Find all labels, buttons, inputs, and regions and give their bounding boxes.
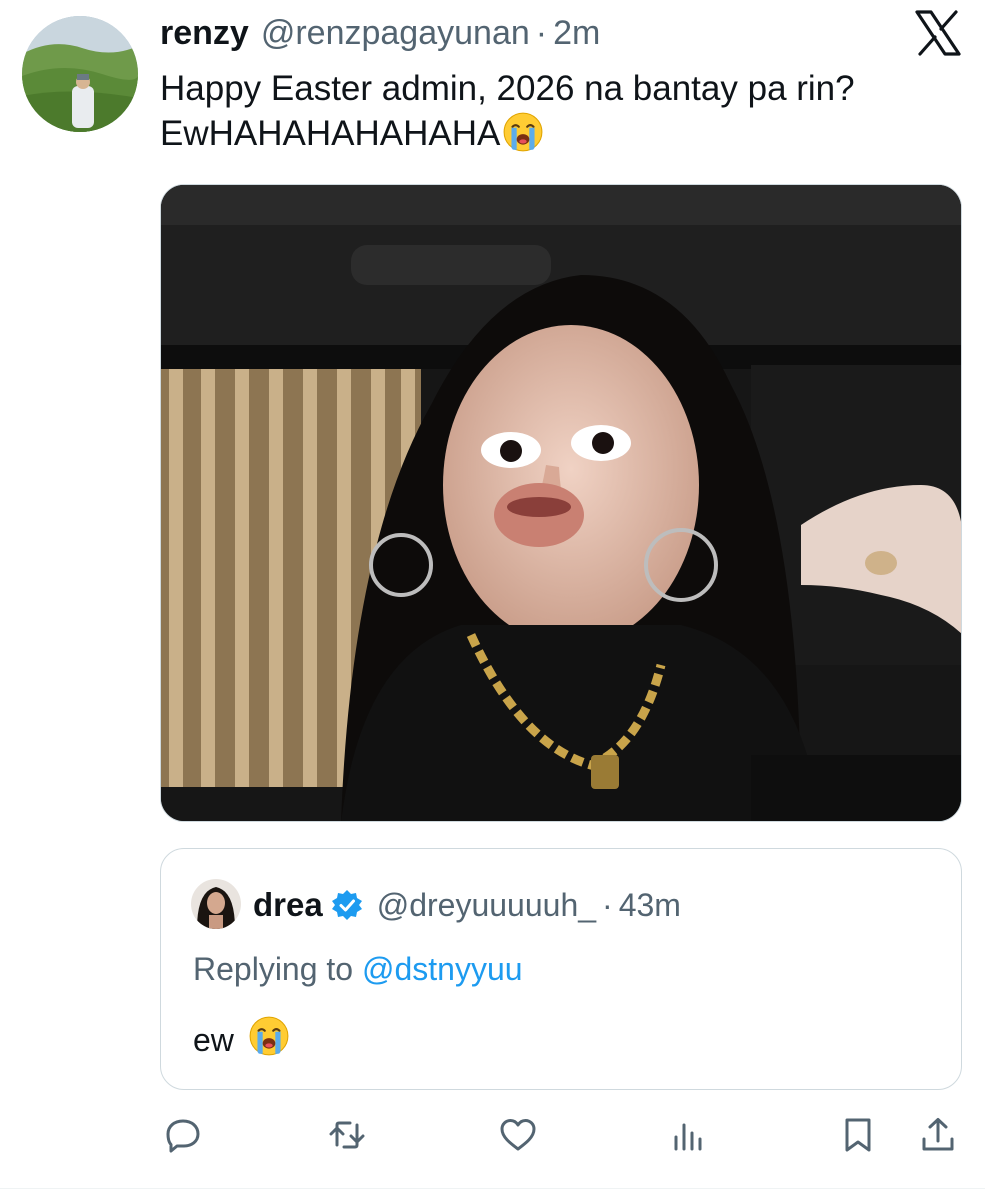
tweet-text-line-1: Happy Easter admin, 2026 na bantay pa ri…: [160, 69, 855, 108]
analytics-icon: [674, 1123, 702, 1151]
bookmark-icon: [845, 1118, 871, 1152]
retweet-icon: [329, 1121, 365, 1149]
retweet-button[interactable]: [322, 1110, 372, 1160]
quoted-author-avatar[interactable]: [191, 879, 241, 929]
loudly-crying-face-icon: [248, 1015, 290, 1065]
replying-to-line: Replying to @dstnyyuu: [193, 951, 523, 988]
replying-to-prefix: Replying to: [193, 951, 354, 987]
tweet-action-bar: [0, 1110, 985, 1160]
share-button[interactable]: [913, 1110, 963, 1160]
tweet-text-laugh: EwHAHAHAHAHAHA: [160, 114, 501, 153]
divider: [0, 1188, 985, 1189]
quoted-header-separator: ·: [602, 886, 613, 923]
reply-icon: [166, 1119, 200, 1153]
verified-badge-icon: [331, 889, 363, 921]
tweet-timestamp[interactable]: 2m: [553, 14, 600, 53]
quoted-tweet-header: drea @dreyuuuuuh_ · 43m: [253, 883, 681, 927]
quoted-author-handle[interactable]: @dreyuuuuuh_: [377, 887, 596, 924]
replying-to-mention[interactable]: @dstnyyuu: [362, 951, 523, 987]
quoted-tweet-text: ew: [193, 1015, 290, 1065]
share-icon: [922, 1118, 954, 1151]
tweet-media-photo[interactable]: [160, 184, 962, 822]
tweet-text-line-2: EwHAHAHAHAHAHA: [160, 111, 960, 164]
tweet-text: Happy Easter admin, 2026 na bantay pa ri…: [160, 66, 960, 164]
quoted-author-name[interactable]: drea: [253, 886, 323, 924]
like-button[interactable]: [493, 1110, 543, 1160]
views-button[interactable]: [663, 1110, 713, 1160]
author-avatar[interactable]: [22, 16, 138, 132]
quoted-tweet-card[interactable]: drea @dreyuuuuuh_ · 43m Replying to @dst…: [160, 848, 962, 1090]
header-separator: ·: [535, 14, 548, 52]
tweet-header: renzy @renzpagayunan · 2m: [160, 14, 600, 58]
bookmark-button[interactable]: [833, 1110, 883, 1160]
author-handle[interactable]: @renzpagayunan: [261, 14, 530, 53]
x-logo-icon: [914, 10, 962, 56]
author-name[interactable]: renzy: [160, 14, 249, 53]
loudly-crying-face-icon: [502, 111, 544, 164]
quoted-tweet-timestamp[interactable]: 43m: [619, 887, 681, 924]
quoted-tweet-text-content: ew: [193, 1021, 234, 1058]
heart-icon: [500, 1119, 536, 1151]
reply-button[interactable]: [158, 1110, 208, 1160]
